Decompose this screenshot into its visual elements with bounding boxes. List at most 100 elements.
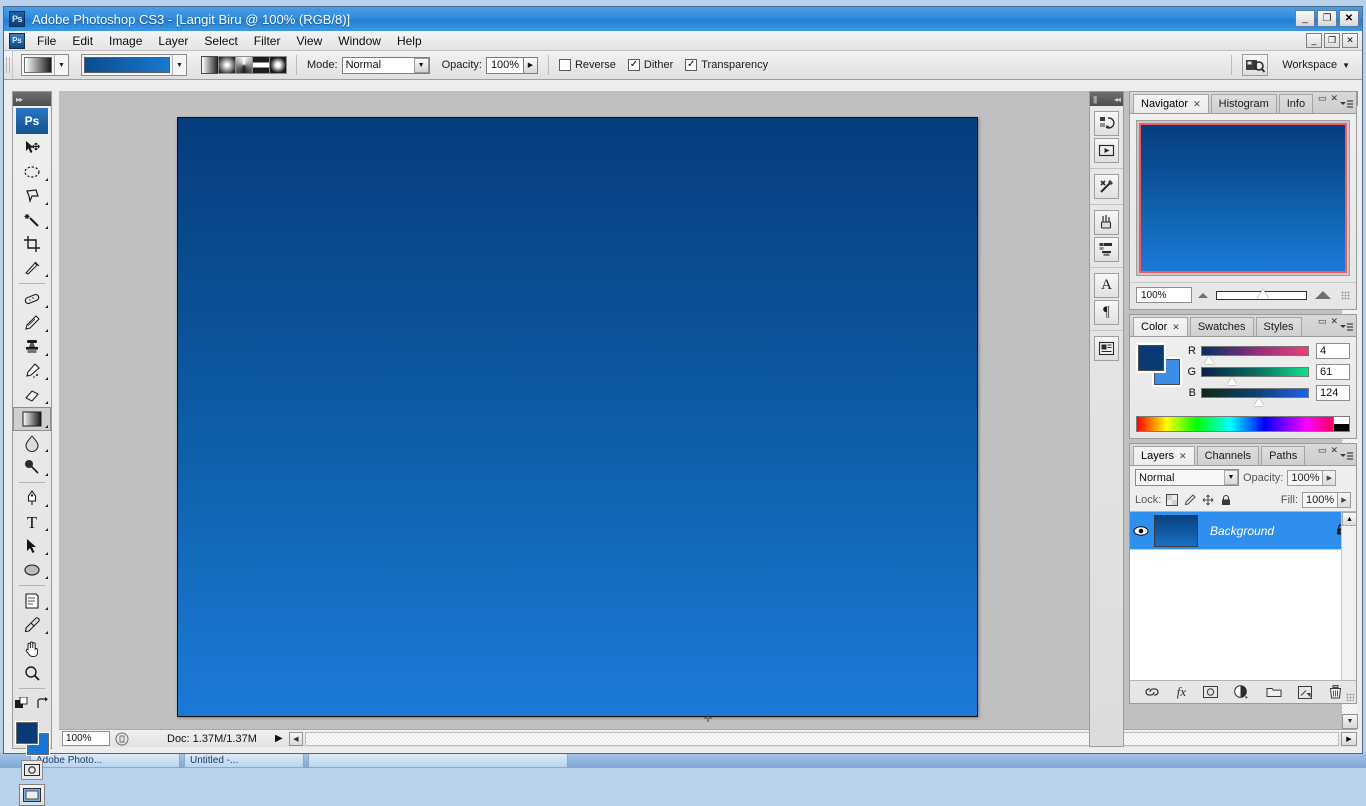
menu-file[interactable]: File (29, 32, 64, 50)
link-icon[interactable] (1144, 686, 1160, 698)
clone-source-icon[interactable] (1094, 237, 1119, 262)
layer-name[interactable]: Background (1210, 524, 1274, 538)
color-spectrum-ramp[interactable] (1136, 416, 1350, 432)
menu-view[interactable]: View (288, 32, 330, 50)
r-slider[interactable] (1201, 346, 1309, 364)
lasso-tool[interactable] (13, 184, 51, 208)
screen-mode-button[interactable] (19, 784, 45, 806)
tab-swatches[interactable]: Swatches (1189, 317, 1254, 336)
close-button[interactable]: ✕ (1339, 10, 1359, 27)
panel-minimize-icon[interactable]: ▭ (1318, 316, 1327, 327)
layer-comps-icon[interactable] (1094, 336, 1119, 361)
dock-collapse-handle[interactable]: ||| ◂◂ (1090, 92, 1123, 106)
trash-icon[interactable] (1329, 685, 1342, 699)
g-value-input[interactable]: 61 (1316, 364, 1350, 380)
notes-tool[interactable] (13, 589, 51, 613)
toolbox-collapse-handle[interactable]: ▸▸ (13, 92, 51, 106)
chevron-down-icon[interactable]: ▼ (54, 55, 68, 75)
navigator-thumbnail-area[interactable] (1136, 120, 1350, 276)
layer-fill-stepper[interactable]: ▶ (1338, 492, 1351, 508)
chevron-down-icon[interactable]: ▼ (413, 57, 429, 73)
blur-tool[interactable] (13, 431, 51, 455)
menu-select[interactable]: Select (196, 32, 245, 50)
eraser-tool[interactable] (13, 383, 51, 407)
path-selection-tool[interactable] (13, 534, 51, 558)
transparency-checkbox-row[interactable]: ✓ Transparency (685, 59, 768, 71)
healing-brush-tool[interactable] (13, 287, 51, 311)
new-layer-icon[interactable] (1298, 685, 1313, 699)
zoom-slider-thumb[interactable] (1257, 288, 1270, 299)
tool-presets-icon[interactable] (1094, 174, 1119, 199)
opacity-input[interactable]: 100% (485, 56, 524, 74)
go-to-bridge-button[interactable] (1242, 54, 1269, 76)
tab-channels[interactable]: Channels (1196, 446, 1260, 465)
panel-resize-grip[interactable] (1346, 693, 1354, 701)
zoom-out-icon[interactable] (1198, 292, 1208, 298)
blend-mode-select[interactable]: Normal ▼ (341, 56, 430, 74)
gradient-type-diamond[interactable] (269, 56, 287, 74)
panel-close-icon[interactable]: ✕ (1330, 316, 1338, 327)
panel-resize-grip[interactable] (1341, 290, 1350, 300)
panel-close-icon[interactable]: ✕ (1330, 93, 1338, 104)
b-value-input[interactable]: 124 (1316, 385, 1350, 401)
menu-help[interactable]: Help (389, 32, 430, 50)
menu-window[interactable]: Window (330, 32, 389, 50)
color-swatches[interactable] (13, 720, 51, 756)
title-bar[interactable]: Ps Adobe Photoshop CS3 - [Langit Biru @ … (4, 7, 1362, 31)
r-value-input[interactable]: 4 (1316, 343, 1350, 359)
layer-scroll-up-button[interactable]: ▲ (1342, 512, 1356, 526)
gradient-type-reflected[interactable] (252, 56, 270, 74)
g-slider-knob[interactable] (1227, 377, 1238, 385)
elliptical-marquee-tool[interactable] (13, 160, 51, 184)
layer-opacity-stepper[interactable]: ▶ (1323, 469, 1337, 486)
dither-checkbox[interactable]: ✓ (627, 59, 640, 71)
group-icon[interactable] (1266, 686, 1282, 698)
zoom-in-icon[interactable] (1315, 291, 1331, 299)
minimize-button[interactable]: _ (1295, 10, 1315, 27)
color-foreground-swatch[interactable] (1138, 345, 1164, 371)
tab-paths[interactable]: Paths (1261, 446, 1306, 465)
zoom-level-input[interactable]: 100% (62, 731, 110, 746)
app-menu-icon[interactable]: Ps (9, 32, 25, 49)
tab-info[interactable]: Info (1278, 94, 1314, 113)
gradient-type-angle[interactable] (235, 56, 253, 74)
ellipse-shape-tool[interactable] (13, 558, 51, 582)
options-bar-gripper[interactable] (4, 51, 13, 79)
zoom-tool[interactable] (13, 661, 51, 685)
doc-restore-button[interactable]: ❐ (1324, 33, 1340, 48)
clone-stamp-tool[interactable] (13, 335, 51, 359)
close-icon[interactable]: ✕ (1172, 322, 1180, 333)
chevron-down-icon[interactable]: ▼ (1224, 470, 1238, 485)
layer-visibility-icon[interactable] (1130, 525, 1152, 537)
history-brush-tool[interactable] (13, 359, 51, 383)
workspace-button[interactable]: Workspace ▼ (1282, 59, 1350, 71)
chevron-down-icon[interactable]: ▼ (172, 55, 186, 75)
navigator-zoom-input[interactable]: 100% (1136, 287, 1192, 303)
move-tool[interactable] (13, 136, 51, 160)
foreground-color-swatch[interactable] (16, 722, 38, 744)
magic-wand-tool[interactable] (13, 208, 51, 232)
dither-checkbox-row[interactable]: ✓ Dither (627, 59, 673, 71)
layer-list-scrollbar[interactable]: ▲ (1341, 512, 1356, 680)
document-info-icon[interactable] (113, 731, 131, 747)
gradient-type-radial[interactable] (218, 56, 236, 74)
doc-close-button[interactable]: ✕ (1342, 33, 1358, 48)
hand-tool[interactable] (13, 637, 51, 661)
panel-minimize-icon[interactable]: ▭ (1318, 445, 1327, 456)
gradient-tool-preset-picker[interactable]: ▼ (21, 54, 69, 76)
hscroll-left-button[interactable]: ◀ (288, 731, 303, 746)
panel-menu-icon[interactable] (1340, 321, 1353, 333)
lock-position-icon[interactable] (1201, 493, 1215, 507)
pen-tool[interactable] (13, 486, 51, 510)
gradient-type-linear[interactable] (201, 56, 219, 74)
menu-edit[interactable]: Edit (64, 32, 101, 50)
opacity-stepper[interactable]: ▶ (523, 56, 538, 74)
menu-layer[interactable]: Layer (150, 32, 196, 50)
paragraph-icon[interactable]: ¶ (1094, 300, 1119, 325)
menu-filter[interactable]: Filter (246, 32, 289, 50)
black-white-picker[interactable] (1333, 417, 1349, 431)
lock-all-icon[interactable] (1219, 493, 1233, 507)
slice-tool[interactable] (13, 256, 51, 280)
tab-color[interactable]: Color ✕ (1133, 317, 1188, 336)
brush-tool[interactable] (13, 311, 51, 335)
